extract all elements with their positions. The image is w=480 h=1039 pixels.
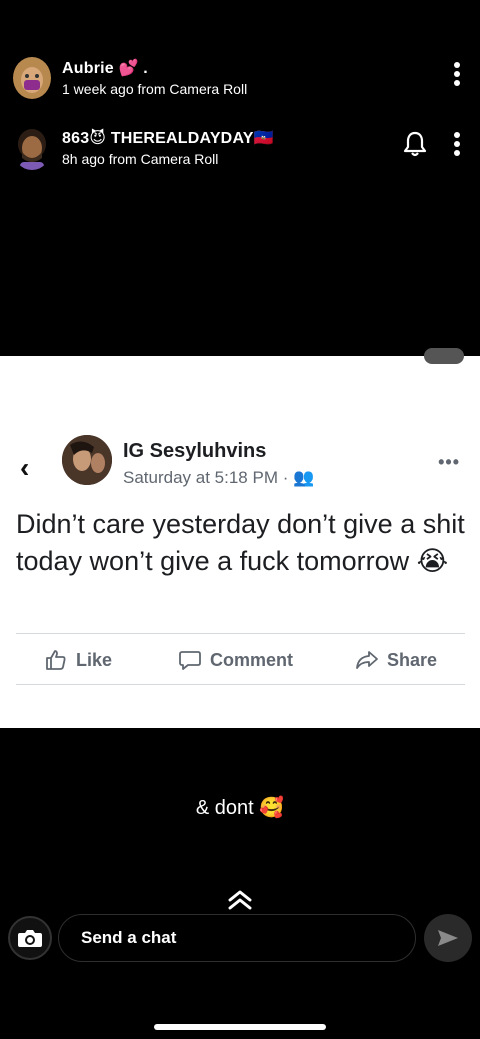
kebab-icon[interactable] [450,62,464,90]
send-button[interactable] [424,914,472,962]
share-icon [356,651,378,669]
page-pill [424,348,464,364]
comment-icon [179,651,201,670]
chevron-up-icon[interactable] [226,888,254,912]
more-icon: ••• [438,452,460,472]
divider [16,684,465,685]
comment-action: Comment [178,648,293,672]
like-icon [46,650,66,670]
story-subtitle: 8h ago from Camera Roll [62,151,219,167]
like-label: Like [76,649,113,670]
bitmoji-avatar-2[interactable] [12,126,52,170]
post-avatar [62,435,112,485]
story-username[interactable]: 863😈 THEREALDAYDAY🇭🇹 [62,128,274,148]
story-header-1[interactable]: Aubrie 💕 . 1 week ago from Camera Roll [0,50,480,110]
story-caption: & dont 🥰 [195,797,285,819]
story-subtitle: 1 week ago from Camera Roll [62,81,248,97]
kebab-icon[interactable] [450,132,464,160]
story-username[interactable]: Aubrie 💕 . [62,58,247,78]
bitmoji-avatar-1[interactable] [12,56,52,100]
chat-bar: Send a chat [0,912,480,968]
comment-label: Comment [210,649,294,670]
post-actions: Like Comment Share [0,644,480,680]
post-timestamp: Saturday at 5:18 PM · 👥 [123,468,315,487]
post-text: Didn’t care yesterday don’t give a shit … [16,509,465,576]
post-author: IG Sesyluhvins [123,440,267,462]
share-label: Share [387,649,438,670]
send-icon [438,930,458,946]
home-indicator[interactable] [154,1024,326,1030]
chat-input[interactable]: Send a chat [58,914,416,962]
camera-button[interactable] [8,916,52,960]
share-action: Share [355,648,437,672]
post-screenshot: ‹ IG Sesyluhvins Saturday at 5:18 PM · 👥… [0,348,480,728]
story-header-2[interactable]: 863😈 THEREALDAYDAY🇭🇹 8h ago from Camera … [0,120,480,180]
camera-icon [18,930,42,947]
back-icon: ‹ [20,452,30,483]
bell-icon[interactable] [402,130,428,158]
divider [16,633,465,634]
like-action: Like [44,648,112,672]
